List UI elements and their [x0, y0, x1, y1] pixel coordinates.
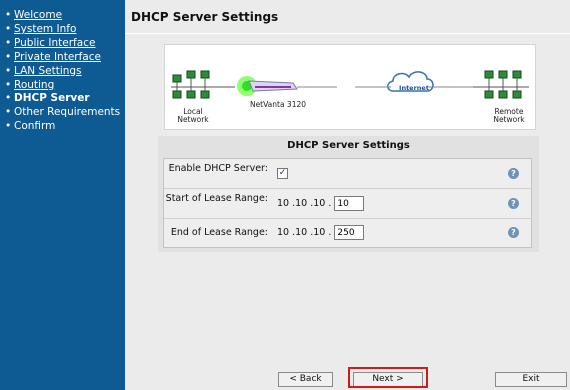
sidebar-item-label[interactable]: Routing [14, 79, 54, 91]
next-button-highlight [348, 367, 428, 388]
panel-title: DHCP Server Settings [287, 140, 410, 151]
end-lease-row: End of Lease Range: 10 .10 .10 . ? [164, 219, 531, 247]
sidebar-item-label: DHCP Server [14, 92, 90, 105]
exit-button[interactable]: Exit [495, 372, 567, 387]
local-network-icon [171, 70, 235, 99]
netvanta-device-icon [237, 76, 337, 96]
enable-dhcp-label: Enable DHCP Server: [168, 163, 268, 174]
enable-dhcp-row: Enable DHCP Server: ✓ ? [164, 159, 531, 189]
local-network-label: Local Network [177, 107, 209, 124]
internet-label: Internet [399, 84, 429, 92]
sidebar-item-label[interactable]: Welcome [14, 9, 62, 21]
sidebar-item-private-interface[interactable]: • Private Interface [5, 51, 125, 65]
remote-network-label: Remote Network [493, 107, 525, 124]
end-lease-label: End of Lease Range: [170, 227, 268, 238]
device-label: NetVanta 3120 [249, 100, 307, 109]
sidebar-item-system-info[interactable]: • System Info [5, 23, 125, 37]
sidebar-item-label[interactable]: System Info [14, 23, 76, 35]
network-diagram-graphic [171, 70, 529, 99]
sidebar-item-label[interactable]: LAN Settings [14, 65, 82, 77]
dhcp-settings-panel: DHCP Server Settings Enable DHCP Server:… [158, 136, 539, 252]
sidebar-item-dhcp-server: • DHCP Server [5, 92, 90, 105]
sidebar-item-other-requirements: • Other Requirements [5, 106, 121, 119]
help-icon[interactable]: ? [508, 168, 519, 179]
sidebar: • Welcome • System Info • Public Interface … [0, 0, 125, 390]
sidebar-item-label: Confirm [14, 120, 56, 133]
start-lease-input[interactable] [334, 196, 365, 211]
main-content: DHCP Server Settings Local Network NetVa… [125, 0, 570, 390]
network-diagram: Local Network NetVanta 3120 Internet Rem… [164, 44, 536, 130]
page-title: DHCP Server Settings [131, 10, 279, 24]
sidebar-item-routing[interactable]: • Routing [5, 79, 125, 93]
sidebar-item-public-interface[interactable]: • Public Interface [5, 37, 125, 51]
sidebar-item-welcome[interactable]: • Welcome [5, 9, 125, 23]
start-lease-label: Start of Lease Range: [165, 193, 268, 204]
help-icon[interactable]: ? [508, 227, 519, 238]
end-lease-prefix: 10 .10 .10 . [277, 227, 332, 238]
start-lease-row: Start of Lease Range: 10 .10 .10 . ? [164, 189, 531, 219]
end-lease-input[interactable] [334, 225, 365, 240]
sidebar-item-label: Other Requirements [14, 106, 121, 119]
remote-network-icon [473, 70, 529, 99]
settings-form: Enable DHCP Server: ✓ ? Start of Lease R… [163, 158, 532, 248]
sidebar-item-label[interactable]: Public Interface [14, 37, 95, 49]
start-lease-prefix: 10 .10 .10 . [277, 198, 332, 209]
enable-dhcp-checkbox[interactable]: ✓ [277, 168, 288, 179]
sidebar-item-lan-settings[interactable]: • LAN Settings [5, 65, 125, 79]
help-icon[interactable]: ? [508, 198, 519, 209]
sidebar-item-label[interactable]: Private Interface [14, 51, 101, 63]
sidebar-nav: • Welcome • System Info • Public Interface … [0, 0, 125, 134]
back-button[interactable]: < Back [278, 372, 333, 387]
sidebar-item-confirm: • Confirm [5, 120, 56, 133]
title-divider [125, 33, 570, 34]
